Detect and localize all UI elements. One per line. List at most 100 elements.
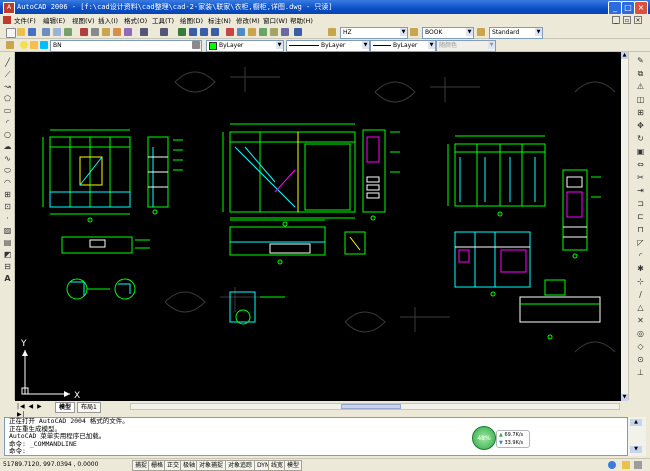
offset-icon[interactable]: ◫ [636, 95, 645, 104]
command-prompt[interactable]: 命令: [9, 447, 627, 456]
undo-icon[interactable] [140, 28, 148, 36]
layer-manager-icon[interactable] [6, 41, 14, 49]
properties-icon[interactable] [226, 28, 234, 36]
horizontal-scrollbar[interactable] [130, 403, 620, 410]
scroll-down-icon[interactable]: ▼ [630, 446, 642, 453]
construction-line-icon[interactable]: ⟋ [3, 70, 12, 79]
tab-layout1[interactable]: 布局1 [77, 402, 101, 413]
text-style-select[interactable]: HZ ▼ [340, 27, 408, 39]
polygon-icon[interactable]: ⬠ [3, 94, 12, 103]
layer-freeze-icon[interactable] [30, 41, 38, 49]
toggle-osnap[interactable]: 对象捕捉 [196, 460, 227, 471]
spline-icon[interactable]: ∿ [3, 154, 12, 163]
circle-icon[interactable]: ○ [3, 130, 12, 139]
command-scrollbar[interactable]: ▲ ▼ [628, 417, 646, 456]
command-window[interactable]: 正在打开 AutoCAD 2004 格式的文件。 正在重生成模型。 AutoCA… [4, 417, 628, 456]
menu-draw[interactable]: 绘图(D) [180, 15, 203, 25]
doc-minimize-button[interactable]: _ [612, 16, 620, 24]
clean-screen-icon[interactable] [634, 461, 642, 469]
menu-modify[interactable]: 修改(M) [236, 15, 260, 25]
make-current-icon[interactable] [192, 41, 200, 49]
snap-center-icon[interactable]: ◎ [636, 329, 645, 338]
dim-style-icon[interactable] [410, 28, 418, 36]
point-icon[interactable]: · [3, 214, 12, 223]
save-icon[interactable] [28, 28, 36, 36]
snap-tangent-icon[interactable]: ⊙ [636, 355, 645, 364]
arc-icon[interactable]: ◜ [3, 118, 12, 127]
menu-format[interactable]: 格式(O) [124, 15, 147, 25]
mirror-icon[interactable]: ⚠ [636, 82, 645, 91]
snap-endpoint-icon[interactable]: ∕ [636, 290, 645, 299]
sheet-set-icon[interactable] [259, 28, 267, 36]
menu-window[interactable]: 窗口(W) [263, 15, 288, 25]
break-at-point-icon[interactable]: ⊐ [636, 199, 645, 208]
table-style-icon[interactable] [477, 28, 485, 36]
scroll-thumb[interactable] [341, 404, 401, 409]
hatch-icon[interactable]: ▨ [3, 226, 12, 235]
paste-icon[interactable] [102, 28, 110, 36]
make-block-icon[interactable]: ⊡ [3, 202, 12, 211]
gradient-icon[interactable]: ▤ [3, 238, 12, 247]
snap-intersection-icon[interactable]: ✕ [636, 316, 645, 325]
match-properties-icon[interactable] [113, 28, 121, 36]
new-icon[interactable] [6, 28, 16, 38]
communication-center-icon[interactable] [608, 461, 616, 469]
revision-cloud-icon[interactable]: ☁ [3, 142, 12, 151]
array-icon[interactable]: ⊞ [636, 108, 645, 117]
minimize-button[interactable]: _ [608, 1, 622, 15]
markup-icon[interactable] [270, 28, 278, 36]
explode-icon[interactable]: ✱ [636, 264, 645, 273]
design-center-icon[interactable] [237, 28, 245, 36]
document-icon[interactable] [3, 16, 11, 24]
join-icon[interactable]: ⊓ [636, 225, 645, 234]
toggle-otrack[interactable]: 对象追踪 [225, 460, 256, 471]
block-editor-icon[interactable] [124, 28, 132, 36]
tab-model[interactable]: 模型 [55, 402, 76, 413]
chamfer-icon[interactable]: ◸ [636, 238, 645, 247]
maximize-button[interactable]: □ [621, 1, 635, 15]
rotate-icon[interactable]: ↻ [636, 134, 645, 143]
drawing-canvas[interactable]: Y X [15, 52, 621, 401]
color-select[interactable]: ByLayer ▼ [206, 40, 284, 52]
scroll-up-icon[interactable]: ▲ [630, 419, 642, 426]
snap-midpoint-icon[interactable]: △ [636, 303, 645, 312]
autocad-app-icon[interactable]: A [3, 2, 15, 14]
break-icon[interactable]: ⊏ [636, 212, 645, 221]
toggle-model[interactable]: 模型 [284, 460, 303, 471]
doc-restore-button[interactable]: ▫ [623, 16, 631, 24]
tab-navigation-arrows[interactable]: |◀ ◀ ▶ ▶| [17, 403, 53, 418]
linetype-select[interactable]: ByLayer ▼ [286, 40, 370, 52]
lineweight-select[interactable]: ByLayer ▼ [370, 40, 436, 52]
line-icon[interactable]: ╱ [3, 58, 12, 67]
copy-object-icon[interactable]: ⧉ [636, 69, 645, 78]
menu-insert[interactable]: 插入(I) [98, 15, 118, 25]
rectangle-icon[interactable]: ▭ [3, 106, 12, 115]
ellipse-icon[interactable]: ⬭ [3, 166, 12, 175]
zoom-previous-icon[interactable] [211, 28, 219, 36]
redo-icon[interactable] [160, 28, 168, 36]
zoom-window-icon[interactable] [200, 28, 208, 36]
zoom-realtime-icon[interactable] [189, 28, 197, 36]
text-style-icon[interactable] [328, 28, 336, 36]
snap-toolbar-icon[interactable]: ⊹ [636, 277, 645, 286]
table-style-select[interactable]: Standard ▼ [489, 27, 543, 39]
close-button[interactable]: × [634, 1, 648, 15]
lock-toolbar-icon[interactable] [622, 461, 630, 469]
scroll-down-icon[interactable]: ▼ [621, 394, 628, 401]
menu-tools[interactable]: 工具(T) [152, 15, 174, 25]
extend-icon[interactable]: ⇥ [636, 186, 645, 195]
snap-quadrant-icon[interactable]: ◇ [636, 342, 645, 351]
open-icon[interactable] [17, 28, 25, 36]
plot-preview-icon[interactable] [53, 28, 61, 36]
plot-style-select[interactable]: 随颜色 ▼ [436, 40, 496, 52]
trim-icon[interactable]: ✂ [636, 173, 645, 182]
menu-help[interactable]: 帮助(H) [290, 15, 313, 25]
snap-perpendicular-icon[interactable]: ⊥ [636, 368, 645, 377]
menu-file[interactable]: 文件(F) [14, 15, 36, 25]
fillet-icon[interactable]: ◜ [636, 251, 645, 260]
copy-icon[interactable] [91, 28, 99, 36]
menu-dimension[interactable]: 标注(N) [208, 15, 231, 25]
layer-on-icon[interactable] [20, 41, 28, 49]
scale-icon[interactable]: ▣ [636, 147, 645, 156]
menu-edit[interactable]: 编辑(E) [43, 15, 65, 25]
